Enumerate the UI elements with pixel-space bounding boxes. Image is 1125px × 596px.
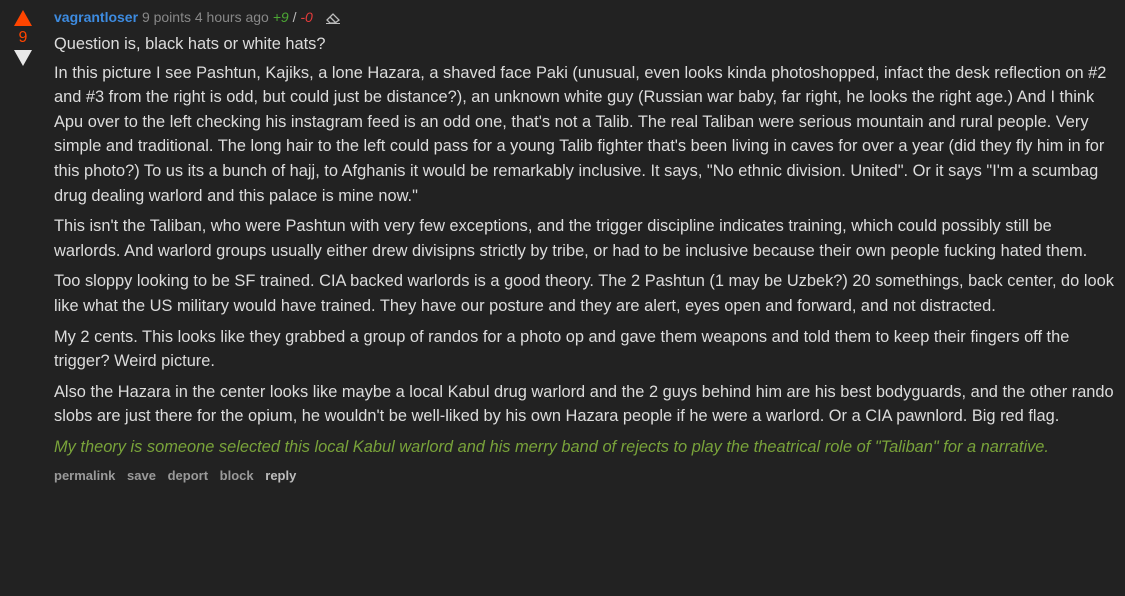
vote-column: 9 (8, 6, 38, 66)
save-button[interactable]: save (127, 468, 156, 483)
comment-paragraph: This isn't the Taliban, who were Pashtun… (54, 217, 1088, 260)
upvote-arrow-icon[interactable] (14, 10, 32, 26)
comment-actions: permalink save deport block reply (54, 468, 1114, 483)
points-label: 9 points (141, 9, 191, 25)
author-link[interactable]: vagrantloser (54, 9, 138, 25)
deport-button[interactable]: deport (168, 468, 208, 483)
time-label: 4 hours ago (194, 9, 269, 25)
quoted-text: My theory is someone selected this local… (54, 437, 1049, 456)
comment: vagrantloser 9 points 4 hours ago +9 / -… (54, 6, 1114, 483)
block-button[interactable]: block (220, 468, 254, 483)
upvote-count: +9 (272, 9, 289, 25)
comment-tagline: vagrantloser 9 points 4 hours ago +9 / -… (54, 6, 1114, 30)
comment-paragraph: Also the Hazara in the center looks like… (54, 382, 1114, 426)
vote-separator: / (292, 9, 297, 25)
reply-button[interactable]: reply (265, 468, 296, 483)
comment-score: 9 (18, 29, 28, 46)
downvote-count: -0 (300, 9, 313, 25)
comment-body: Question is, black hats or white hats? I… (54, 32, 1114, 460)
comment-paragraph: In this picture I see Pashtun, Kajiks, a… (54, 63, 1107, 205)
eraser-icon[interactable] (325, 8, 341, 30)
comment-paragraph: Too sloppy looking to be SF trained. CIA… (54, 272, 1114, 315)
comment-paragraph: Question is, black hats or white hats? (54, 35, 326, 53)
permalink-button[interactable]: permalink (54, 468, 115, 483)
downvote-arrow-icon[interactable] (14, 50, 32, 66)
comment-paragraph: My 2 cents. This looks like they grabbed… (54, 327, 1070, 371)
